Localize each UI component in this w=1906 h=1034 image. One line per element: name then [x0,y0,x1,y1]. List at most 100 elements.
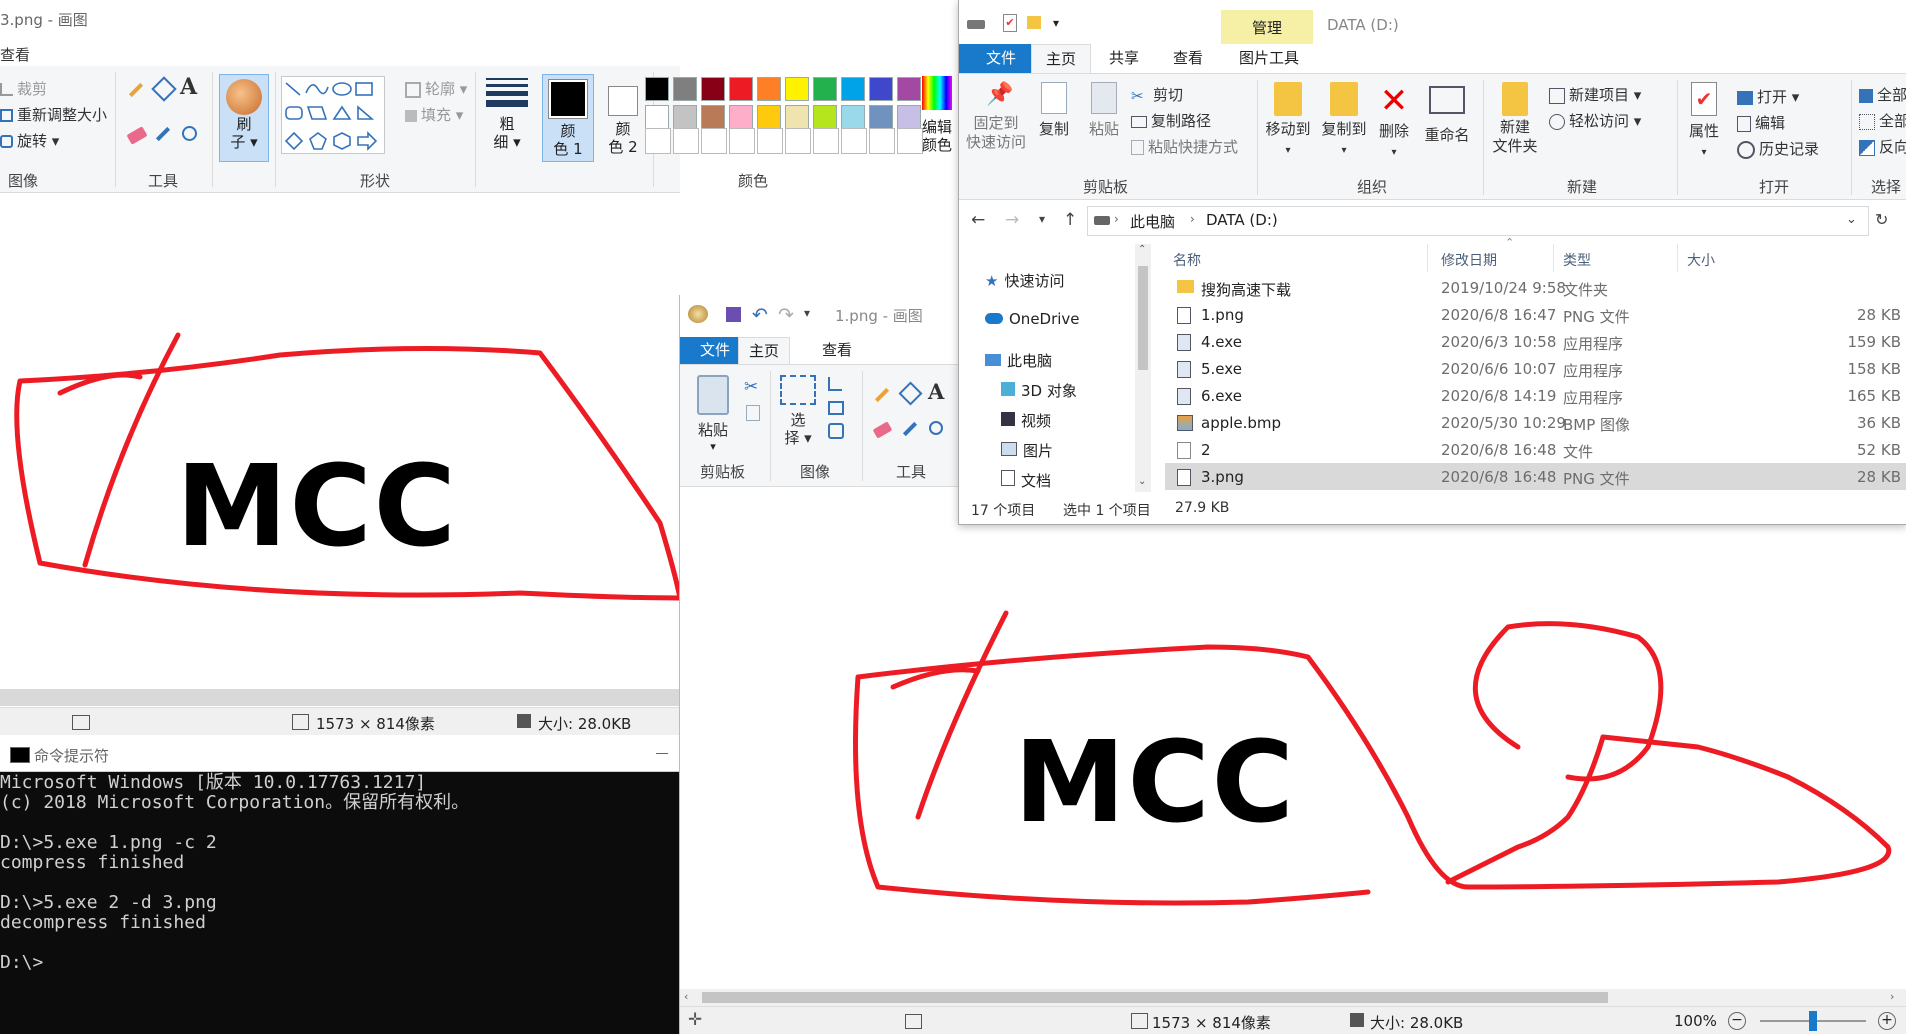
palette-swatch[interactable] [897,77,921,101]
eraser-icon[interactable] [126,126,148,145]
magnifier-icon[interactable] [929,421,943,435]
new-item-button[interactable]: 新建项目 ▾ [1549,84,1641,105]
manage-tab[interactable]: 管理 [1221,10,1313,44]
move-to-button[interactable]: 移动到 ▾ [1261,82,1315,157]
file-row[interactable]: 搜狗高速下载 2019/10/24 9:58 文件夹 [1165,274,1906,301]
crop-icon[interactable] [828,377,842,391]
magnifier-icon[interactable] [182,126,197,141]
properties-button[interactable]: ✔ 属性 ▾ [1681,82,1727,159]
undo-icon[interactable]: ↶ [752,304,768,326]
palette-swatch[interactable] [729,77,753,101]
copy-path-button[interactable]: 复制路径 [1131,110,1211,131]
new-folder-button[interactable]: 新建 文件夹 [1489,82,1541,156]
palette-swatch[interactable] [701,105,725,129]
color1-button[interactable]: 颜色 1 [542,74,594,162]
nav-videos[interactable]: 视频 [1001,410,1051,431]
nav-scroll-thumb[interactable] [1138,266,1148,370]
file-row[interactable]: 2 2020/6/8 16:48 文件 52 KB [1165,436,1906,463]
horizontal-scrollbar[interactable]: ‹ › [680,989,1906,1006]
rename-button[interactable]: 重命名 [1419,82,1475,145]
outline-button[interactable]: 轮廓 ▾ [405,78,467,99]
select-none-button[interactable]: 全部取消 [1859,110,1906,131]
resize-icon[interactable] [828,401,844,415]
quick-access-dropdown[interactable]: ▾ [1053,16,1059,30]
pencil-icon[interactable] [128,82,144,98]
redo-icon[interactable]: ↷ [778,304,794,326]
file-row[interactable]: 5.exe 2020/6/6 10:07 应用程序 158 KB [1165,355,1906,382]
palette-swatch[interactable] [757,77,781,101]
palette-swatch[interactable] [841,77,865,101]
open-button[interactable]: 打开 ▾ [1737,86,1799,107]
column-type[interactable]: 类型 [1563,250,1591,270]
nav-this-pc[interactable]: 此电脑 [985,350,1052,371]
forward-button[interactable]: → [1005,210,1019,230]
tab-home[interactable]: 主页 [1031,44,1092,73]
rotate-button[interactable]: 旋转 ▾ [0,130,59,151]
properties-quick-icon[interactable]: ✔ [1003,14,1017,32]
copy-icon[interactable] [746,405,760,421]
scroll-left-icon[interactable]: ‹ [684,990,688,1003]
fill-icon[interactable] [151,76,177,102]
invert-selection-button[interactable]: 反向选择 [1859,136,1906,157]
nav-documents[interactable]: 文档 [1001,470,1051,491]
pencil-icon[interactable] [874,387,890,403]
scroll-right-icon[interactable]: › [1890,990,1894,1003]
palette-swatch[interactable] [645,77,669,101]
select-all-button[interactable]: 全部选择 [1859,84,1906,105]
nav-onedrive[interactable]: OneDrive [985,310,1080,328]
paste-button[interactable]: 粘贴 [1083,82,1125,139]
color-picker-icon[interactable] [155,126,171,142]
tab-picture-tools[interactable]: 图片工具 [1229,44,1309,73]
pin-quick-access-button[interactable]: 📌 固定到 快速访问 [963,82,1029,152]
fill-shape-button[interactable]: 填充 ▾ [405,104,463,125]
recent-dropdown[interactable]: ▾ [1039,212,1045,226]
palette-swatch[interactable] [785,105,809,129]
folder-quick-icon[interactable] [1027,16,1041,29]
copy-to-button[interactable]: 复制到 ▾ [1317,82,1371,157]
color-picker-icon[interactable] [902,421,918,437]
delete-button[interactable]: ✕ 删除 ▾ [1373,82,1415,159]
tab-view[interactable]: 查看 [0,44,30,65]
breadcrumb-data-d[interactable]: DATA (D:) [1206,211,1278,229]
nav-3d-objects[interactable]: 3D 对象 [1001,380,1077,401]
text-icon[interactable]: A [180,74,197,100]
nav-quick-access[interactable]: ★ 快速访问 [985,270,1064,291]
back-button[interactable]: ← [971,210,985,230]
easy-access-button[interactable]: 轻松访问 ▾ [1549,110,1641,131]
palette-swatch[interactable] [673,105,697,129]
breadcrumb-this-pc[interactable]: 此电脑 [1130,211,1175,232]
quick-access-dropdown[interactable]: ▾ [804,306,810,320]
crop-button[interactable]: 裁剪 [0,78,47,99]
edit-colors-button[interactable]: 编辑 颜色 [922,76,956,166]
tab-view[interactable]: 查看 [812,337,862,364]
column-date[interactable]: 修改日期 [1441,250,1497,270]
save-icon[interactable] [726,307,741,322]
file-row[interactable]: 3.png 2020/6/8 16:48 PNG 文件 28 KB [1165,463,1906,490]
tab-view[interactable]: 查看 [1159,44,1217,73]
history-button[interactable]: 历史记录 [1737,138,1819,159]
palette-swatch[interactable] [785,77,809,101]
file-row[interactable]: 6.exe 2020/6/8 14:19 应用程序 165 KB [1165,382,1906,409]
nav-pictures[interactable]: 图片 [1001,440,1053,461]
palette-swatch[interactable] [701,77,725,101]
column-size[interactable]: 大小 [1687,250,1715,270]
paste-shortcut-button[interactable]: 粘贴快捷方式 [1131,136,1238,157]
column-name[interactable]: 名称 [1173,250,1201,270]
palette-swatch[interactable] [869,77,893,101]
tab-share[interactable]: 共享 [1095,44,1153,73]
address-bar[interactable]: › 此电脑 › DATA (D:) ⌄ [1087,206,1869,236]
rotate-icon[interactable] [828,423,844,439]
file-row[interactable]: 4.exe 2020/6/3 10:58 应用程序 159 KB [1165,328,1906,355]
fill-icon[interactable] [898,381,923,406]
palette-swatch[interactable] [673,77,697,101]
brush-button[interactable]: 刷子 ▾ [219,74,269,162]
tab-home[interactable]: 主页 [738,337,791,365]
scroll-thumb[interactable] [702,992,1608,1003]
select-button[interactable]: 选择 ▾ [778,375,818,447]
paste-button[interactable]: 粘贴 ▾ [688,375,738,453]
shapes-gallery[interactable] [281,76,385,154]
refresh-button[interactable]: ↻ [1875,210,1888,229]
zoom-out-button[interactable]: − [1728,1012,1746,1030]
file-row[interactable]: apple.bmp 2020/5/30 10:29 BMP 图像 36 KB [1165,409,1906,436]
copy-button[interactable]: 复制 [1033,82,1075,139]
